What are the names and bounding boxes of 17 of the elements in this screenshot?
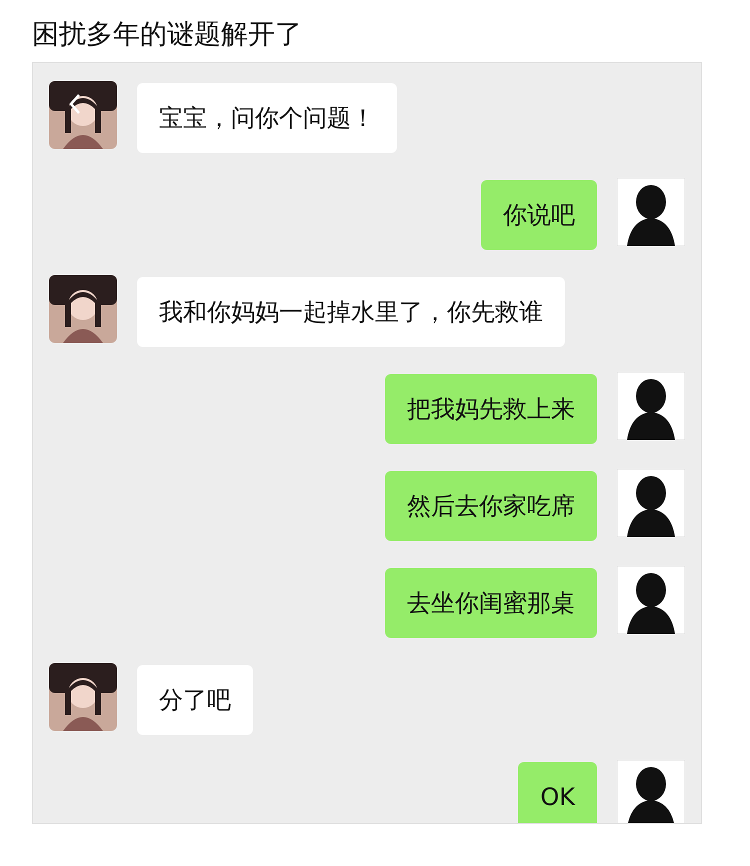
message-bubble: 把我妈先救上来 — [385, 374, 597, 444]
avatar-icon — [617, 469, 685, 537]
message-bubble: 分了吧 — [137, 665, 253, 735]
message-bubble: 然后去你家吃席 — [385, 471, 597, 541]
avatar-icon — [49, 663, 117, 731]
message-bubble: OK — [518, 762, 597, 823]
avatar-icon — [617, 372, 685, 440]
back-icon[interactable] — [69, 93, 81, 115]
avatar-icon — [49, 275, 117, 343]
post-title: 困扰多年的谜题解开了 — [31, 18, 303, 52]
message-bubble: 你说吧 — [481, 180, 597, 250]
message-bubble: 去坐你闺蜜那桌 — [385, 568, 597, 638]
message-bubble: 宝宝，问你个问题！ — [137, 83, 397, 153]
avatar-icon — [617, 178, 685, 246]
message-bubble: 我和你妈妈一起掉水里了，你先救谁 — [137, 277, 565, 347]
avatar-icon — [49, 81, 117, 149]
avatar-icon — [617, 566, 685, 634]
